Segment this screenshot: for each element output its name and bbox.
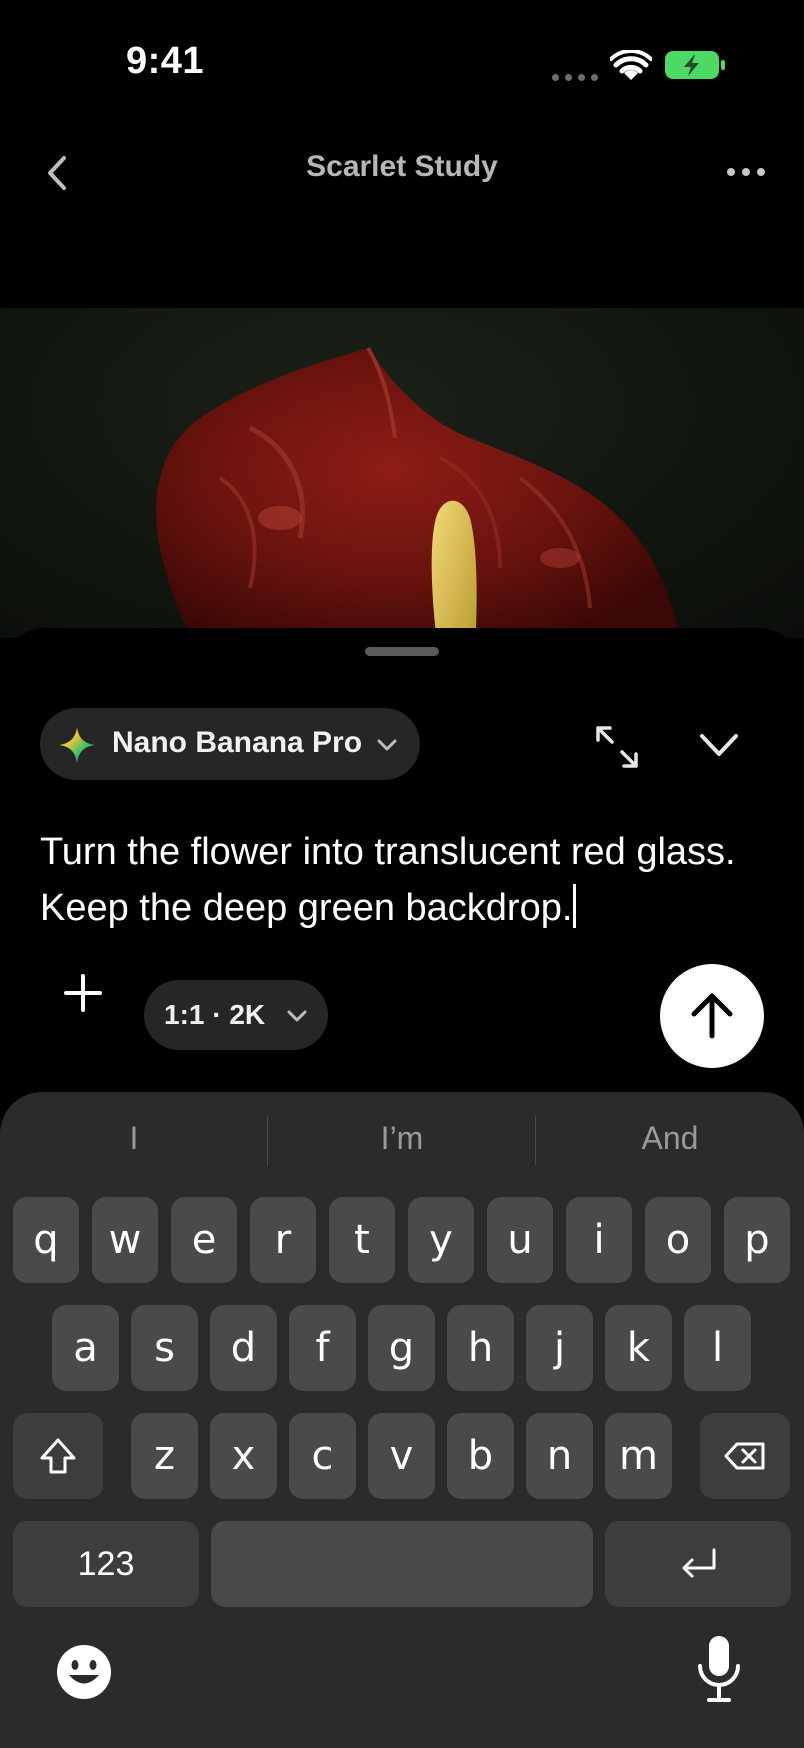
add-attachment-button[interactable] xyxy=(56,966,110,1020)
key-b[interactable]: b xyxy=(447,1413,514,1499)
emoji-button[interactable] xyxy=(52,1640,116,1704)
generated-image-preview[interactable] xyxy=(0,308,804,638)
status-bar: 9:41 xyxy=(0,0,804,130)
wifi-icon xyxy=(610,50,652,80)
suggestion-item[interactable]: And xyxy=(536,1120,804,1157)
space-key[interactable] xyxy=(211,1521,593,1607)
key-d[interactable]: d xyxy=(210,1305,277,1391)
anthurium-flower-image xyxy=(156,346,679,638)
battery-charging-icon xyxy=(665,51,725,79)
shift-key[interactable] xyxy=(13,1413,103,1499)
backspace-icon xyxy=(724,1442,765,1470)
key-t[interactable]: t xyxy=(329,1197,395,1283)
sheet-drag-handle[interactable] xyxy=(365,647,439,656)
key-o[interactable]: o xyxy=(645,1197,711,1283)
key-z[interactable]: z xyxy=(131,1413,198,1499)
key-i[interactable]: i xyxy=(566,1197,632,1283)
key-j[interactable]: j xyxy=(526,1305,593,1391)
key-u[interactable]: u xyxy=(487,1197,553,1283)
sparkle-icon xyxy=(59,727,95,763)
key-e[interactable]: e xyxy=(171,1197,237,1283)
suggestion-item[interactable]: I’m xyxy=(268,1120,536,1157)
key-x[interactable]: x xyxy=(210,1413,277,1499)
prompt-text: Turn the flower into translucent red gla… xyxy=(40,831,736,929)
key-h[interactable]: h xyxy=(447,1305,514,1391)
aspect-ratio-label: 1:1 · 2K xyxy=(164,999,266,1030)
delete-key[interactable] xyxy=(700,1413,790,1499)
page-title: Scarlet Study xyxy=(306,150,498,183)
nav-bar: Scarlet Study xyxy=(0,130,804,210)
key-r[interactable]: r xyxy=(250,1197,316,1283)
cellular-signal-icon xyxy=(552,74,598,81)
key-v[interactable]: v xyxy=(368,1413,435,1499)
numbers-key[interactable]: 123 xyxy=(13,1521,199,1607)
more-options-button[interactable] xyxy=(716,150,776,194)
key-s[interactable]: s xyxy=(131,1305,198,1391)
chevron-down-icon xyxy=(377,739,397,751)
on-screen-keyboard: I I’m And q w e r t y u i o p a s d f g … xyxy=(0,1092,804,1748)
model-selector-button[interactable]: Nano Banana Pro xyxy=(40,708,420,780)
key-l[interactable]: l xyxy=(684,1305,751,1391)
aspect-ratio-selector[interactable]: 1:1 · 2K xyxy=(144,980,328,1050)
key-a[interactable]: a xyxy=(52,1305,119,1391)
chevron-down-icon xyxy=(287,1010,307,1022)
key-f[interactable]: f xyxy=(289,1305,356,1391)
key-w[interactable]: w xyxy=(92,1197,158,1283)
key-p[interactable]: p xyxy=(724,1197,790,1283)
predictive-suggestions: I I’m And xyxy=(0,1092,804,1194)
collapse-button[interactable] xyxy=(694,724,744,768)
model-name: Nano Banana Pro xyxy=(112,726,363,759)
key-k[interactable]: k xyxy=(605,1305,672,1391)
return-key[interactable] xyxy=(605,1521,791,1607)
key-g[interactable]: g xyxy=(368,1305,435,1391)
key-y[interactable]: y xyxy=(408,1197,474,1283)
shift-icon xyxy=(40,1438,76,1474)
key-m[interactable]: m xyxy=(605,1413,672,1499)
key-q[interactable]: q xyxy=(13,1197,79,1283)
send-button[interactable] xyxy=(660,964,764,1068)
prompt-input[interactable]: Turn the flower into translucent red gla… xyxy=(40,824,780,936)
return-icon xyxy=(682,1548,716,1578)
text-cursor xyxy=(573,884,577,928)
key-n[interactable]: n xyxy=(526,1413,593,1499)
arrow-up-icon xyxy=(691,993,733,1039)
status-time: 9:41 xyxy=(126,40,205,82)
microphone-button[interactable] xyxy=(692,1632,746,1706)
expand-button[interactable] xyxy=(590,720,644,774)
suggestion-item[interactable]: I xyxy=(0,1120,268,1157)
key-c[interactable]: c xyxy=(289,1413,356,1499)
